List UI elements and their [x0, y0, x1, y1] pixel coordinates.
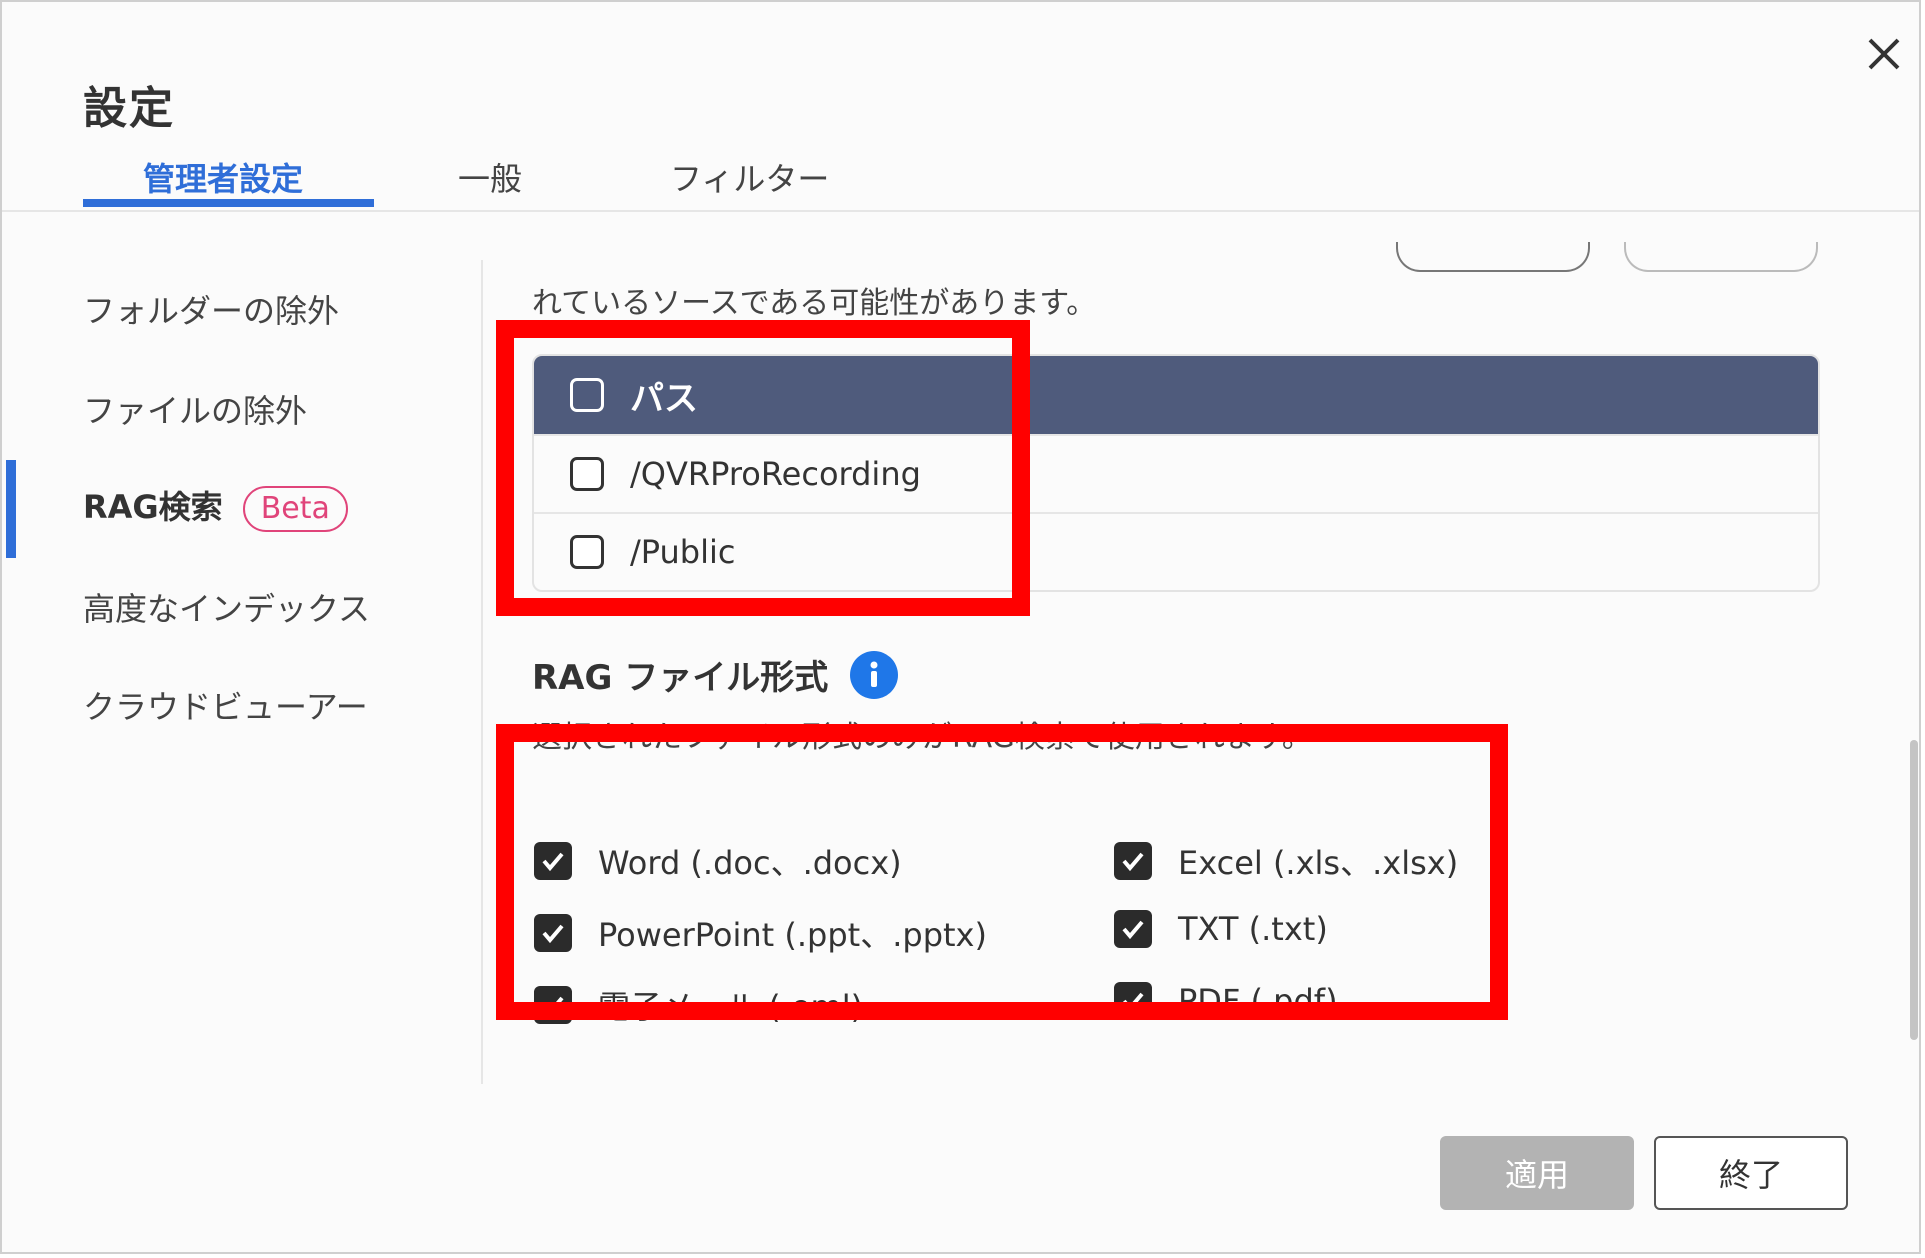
- sidebar-item-rag-search[interactable]: RAG検索 Beta: [83, 482, 348, 532]
- scrollbar-thumb[interactable]: [1910, 740, 1918, 1040]
- info-icon[interactable]: [850, 650, 899, 699]
- check-icon: [1122, 920, 1144, 940]
- check-icon: [542, 996, 564, 1016]
- sidebar-item-label: RAG検索: [83, 488, 223, 526]
- path-column-header: パス: [630, 378, 698, 419]
- check-icon: [1122, 992, 1144, 1012]
- rag-file-format-description: 選択されたファイル形式のみがRAG検索で使用されます。: [532, 720, 1312, 755]
- close-icon: [1868, 38, 1900, 70]
- format-label: Word (.doc、.docx): [598, 844, 902, 882]
- check-icon: [542, 924, 564, 944]
- path-value: /QVRProRecording: [630, 455, 921, 493]
- tab-filter[interactable]: フィルター: [670, 154, 829, 200]
- file-format-options: Word (.doc、.docx) Excel (.xls、.xlsx) Pow…: [534, 800, 1734, 1030]
- sidebar-item-cloud-viewer[interactable]: クラウドビューアー: [83, 682, 368, 728]
- close-button[interactable]: 終了: [1654, 1136, 1848, 1210]
- checkbox-checked[interactable]: [1114, 842, 1152, 880]
- scrollbar[interactable]: [1907, 270, 1919, 1070]
- sidebar-item-advanced-index[interactable]: 高度なインデックス: [83, 584, 370, 630]
- format-option-email[interactable]: 電子メール (.eml): [534, 982, 863, 1028]
- format-option-excel[interactable]: Excel (.xls、.xlsx): [1114, 838, 1458, 884]
- table-row[interactable]: /QVRProRecording: [534, 434, 1818, 512]
- path-value: /Public: [630, 533, 736, 571]
- table-row[interactable]: /Public: [534, 512, 1818, 590]
- sidebar-active-indicator: [6, 460, 16, 558]
- dialog-title: 設定: [83, 83, 175, 134]
- checkbox-checked[interactable]: [1114, 910, 1152, 948]
- format-option-powerpoint[interactable]: PowerPoint (.ppt、.pptx): [534, 910, 987, 956]
- format-option-pdf[interactable]: PDF (.pdf): [1114, 982, 1338, 1020]
- beta-badge: Beta: [242, 486, 348, 532]
- sidebar-item-folder-exclusion[interactable]: フォルダーの除外: [83, 286, 339, 332]
- format-label: PDF (.pdf): [1178, 982, 1338, 1020]
- tab-bar: 管理者設定 一般 フィルター: [2, 142, 1919, 212]
- row-checkbox[interactable]: [570, 535, 604, 569]
- active-tab-underline: [83, 199, 374, 207]
- format-label: TXT (.txt): [1178, 910, 1328, 948]
- checkbox-checked[interactable]: [534, 986, 572, 1024]
- format-label: PowerPoint (.ppt、.pptx): [598, 916, 987, 954]
- cutoff-description: れているソースである可能性があります。: [532, 286, 1097, 321]
- format-option-txt[interactable]: TXT (.txt): [1114, 910, 1328, 948]
- tab-admin-settings[interactable]: 管理者設定: [143, 154, 303, 200]
- row-checkbox[interactable]: [570, 457, 604, 491]
- check-icon: [1122, 852, 1144, 872]
- close-dialog-button[interactable]: [1862, 32, 1906, 76]
- scrolled-button-edge: [1396, 242, 1590, 272]
- checkbox-checked[interactable]: [534, 914, 572, 952]
- settings-dialog: 設定 管理者設定 一般 フィルター フォルダーの除外 ファイルの除外 RAG検索…: [0, 0, 1921, 1254]
- apply-button[interactable]: 適用: [1440, 1136, 1634, 1210]
- check-icon: [542, 852, 564, 872]
- path-table: パス /QVRProRecording /Public: [532, 354, 1820, 592]
- format-label: 電子メール (.eml): [598, 988, 864, 1026]
- checkbox-checked[interactable]: [1114, 982, 1152, 1020]
- content-panel: れているソースである可能性があります。 パス /QVRProRecording …: [484, 212, 1904, 1092]
- select-all-checkbox[interactable]: [570, 378, 604, 412]
- sidebar-divider: [481, 260, 483, 1084]
- rag-file-format-title: RAG ファイル形式: [532, 650, 899, 699]
- section-title-text: RAG ファイル形式: [532, 658, 829, 698]
- scrolled-button-edge: [1624, 242, 1818, 272]
- format-label: Excel (.xls、.xlsx): [1178, 844, 1459, 882]
- sidebar-item-file-exclusion[interactable]: ファイルの除外: [83, 386, 307, 432]
- path-table-header: パス: [534, 356, 1818, 434]
- tab-general[interactable]: 一般: [458, 154, 522, 200]
- format-option-word[interactable]: Word (.doc、.docx): [534, 838, 902, 884]
- checkbox-checked[interactable]: [534, 842, 572, 880]
